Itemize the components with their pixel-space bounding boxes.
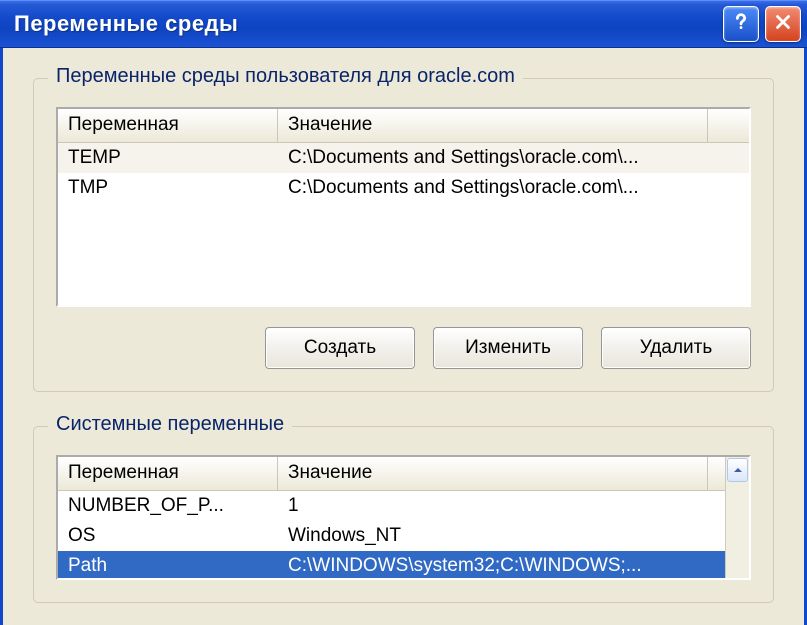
chevron-up-icon — [732, 460, 744, 481]
titlebar[interactable]: Переменные среды — [0, 0, 807, 48]
list-item[interactable]: NUMBER_OF_P... 1 — [58, 491, 749, 521]
cell-value: 1 — [278, 495, 708, 517]
column-header-spacer — [708, 109, 749, 142]
help-button[interactable] — [723, 6, 759, 42]
cell-variable: TEMP — [58, 147, 278, 169]
cell-variable: TMP — [58, 177, 278, 199]
column-header-variable[interactable]: Переменная — [58, 109, 278, 142]
user-vars-body: TEMP C:\Documents and Settings\oracle.co… — [58, 143, 749, 203]
user-vars-listview[interactable]: Переменная Значение TEMP C:\Documents an… — [56, 107, 751, 307]
titlebar-buttons — [723, 6, 801, 42]
list-item[interactable]: TEMP C:\Documents and Settings\oracle.co… — [58, 143, 749, 173]
user-vars-group: Переменные среды пользователя для oracle… — [33, 78, 774, 392]
cell-value: Windows_NT — [278, 525, 708, 547]
window-title: Переменные среды — [14, 11, 723, 37]
cell-value: C:\Documents and Settings\oracle.com\... — [278, 147, 708, 169]
user-vars-buttons: Создать Изменить Удалить — [56, 327, 751, 369]
column-header-variable[interactable]: Переменная — [58, 457, 278, 490]
system-vars-header[interactable]: Переменная Значение — [58, 457, 749, 491]
cell-value: C:\WINDOWS\system32;C:\WINDOWS;... — [278, 555, 708, 577]
scrollbar[interactable] — [725, 457, 749, 578]
cell-variable: NUMBER_OF_P... — [58, 495, 278, 517]
delete-button[interactable]: Удалить — [601, 327, 751, 369]
create-button[interactable]: Создать — [265, 327, 415, 369]
column-header-value[interactable]: Значение — [278, 457, 708, 490]
user-vars-legend: Переменные среды пользователя для oracle… — [48, 65, 523, 88]
column-header-value[interactable]: Значение — [278, 109, 708, 142]
list-item[interactable]: TMP C:\Documents and Settings\oracle.com… — [58, 173, 749, 203]
user-vars-header[interactable]: Переменная Значение — [58, 109, 749, 143]
system-vars-body: NUMBER_OF_P... 1 OS Windows_NT Path C:\W… — [58, 491, 749, 580]
close-icon — [772, 11, 794, 38]
scroll-up-button[interactable] — [727, 458, 748, 482]
list-item[interactable]: Path C:\WINDOWS\system32;C:\WINDOWS;... — [58, 551, 749, 580]
list-item[interactable]: OS Windows_NT — [58, 521, 749, 551]
cell-variable: Path — [58, 555, 278, 577]
cell-variable: OS — [58, 525, 278, 547]
close-button[interactable] — [765, 6, 801, 42]
edit-button[interactable]: Изменить — [433, 327, 583, 369]
client-area: Переменные среды пользователя для oracle… — [0, 48, 807, 625]
system-vars-group: Системные переменные Переменная Значение… — [33, 426, 774, 603]
system-vars-legend: Системные переменные — [48, 413, 292, 436]
cell-value: C:\Documents and Settings\oracle.com\... — [278, 177, 708, 199]
help-icon — [730, 11, 752, 38]
system-vars-listview[interactable]: Переменная Значение NUMBER_OF_P... 1 OS … — [56, 455, 751, 580]
